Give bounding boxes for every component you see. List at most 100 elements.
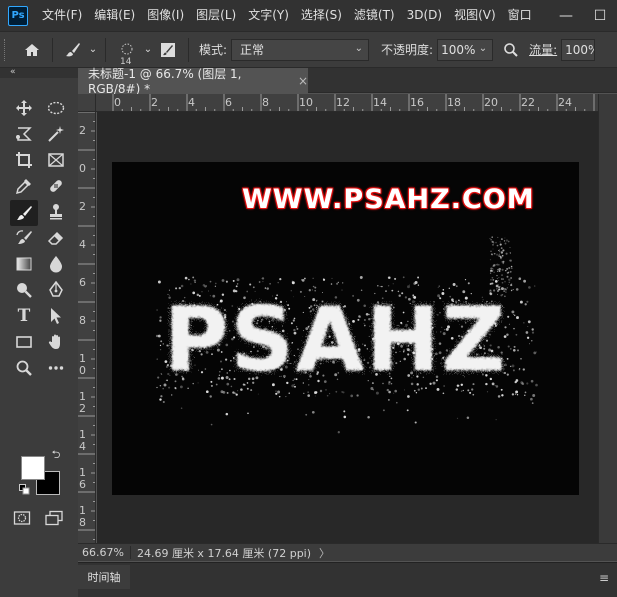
splatter-particle bbox=[359, 275, 363, 279]
tools-collapse-button[interactable]: « bbox=[0, 68, 78, 78]
status-menu-arrow[interactable]: 〉 bbox=[319, 545, 330, 561]
menu-image[interactable]: 图像(I) bbox=[141, 0, 190, 31]
workspace[interactable]: PSAHZ PSAHZ WWW.PSAHZ.COM bbox=[97, 112, 598, 543]
splatter-particle bbox=[522, 368, 525, 371]
frame-tool-icon[interactable] bbox=[44, 148, 68, 172]
splatter-particle bbox=[505, 269, 507, 272]
elliptical-marquee-icon[interactable] bbox=[44, 96, 68, 120]
close-icon[interactable]: × bbox=[298, 74, 308, 88]
brush-size-picker[interactable]: 14 bbox=[112, 36, 142, 67]
home-icon[interactable] bbox=[18, 36, 46, 64]
splatter-particle bbox=[205, 285, 207, 287]
menu-type[interactable]: 文字(Y) bbox=[242, 0, 295, 31]
history-brush-icon[interactable] bbox=[12, 226, 36, 250]
opacity-input[interactable]: 100% ⌄ bbox=[437, 38, 494, 61]
splatter-particle bbox=[159, 384, 162, 387]
menu-3d[interactable]: 3D(D) bbox=[401, 0, 448, 31]
menu-select[interactable]: 选择(S) bbox=[295, 0, 348, 31]
ruler-top-label: 6 bbox=[225, 96, 232, 109]
edit-quick-mask-icon[interactable] bbox=[10, 506, 34, 530]
mode-select[interactable]: 正常 ⌄ bbox=[231, 38, 370, 61]
splatter-particle bbox=[507, 272, 509, 274]
menu-window[interactable]: 窗口 bbox=[502, 0, 538, 31]
ruler-left[interactable]: 2 0 2 4 6 8 1 0 1 2 1 4 1 6 1 8 bbox=[78, 112, 96, 543]
splatter-particle bbox=[508, 266, 511, 270]
splatter-particle bbox=[303, 392, 305, 395]
minimize-button[interactable]: — bbox=[549, 0, 583, 31]
eyedropper-icon[interactable] bbox=[12, 174, 36, 198]
more-tools-icon[interactable] bbox=[44, 356, 68, 380]
flow-input[interactable]: 100% bbox=[561, 38, 596, 61]
type-tool-icon[interactable]: T bbox=[12, 304, 36, 328]
splatter-particle bbox=[407, 395, 410, 398]
splatter-particle bbox=[305, 413, 308, 416]
dodge-tool-icon[interactable] bbox=[12, 278, 36, 302]
splatter-particle bbox=[156, 358, 158, 360]
magic-wand-icon[interactable] bbox=[44, 122, 68, 146]
restore-button[interactable]: ☐ bbox=[583, 0, 617, 31]
brush-settings-panel-icon[interactable] bbox=[154, 36, 182, 64]
splatter-particle bbox=[516, 394, 519, 396]
crop-tool-icon[interactable] bbox=[12, 148, 36, 172]
menu-layer[interactable]: 图层(L) bbox=[190, 0, 242, 31]
splatter-particle bbox=[509, 348, 512, 350]
splatter-particle bbox=[518, 368, 521, 371]
pressure-opacity-icon[interactable] bbox=[497, 36, 525, 64]
splatter-particle bbox=[388, 390, 391, 394]
menu-filter[interactable]: 滤镜(T) bbox=[348, 0, 401, 31]
menu-file[interactable]: 文件(F) bbox=[36, 0, 88, 31]
splatter-particle bbox=[377, 284, 379, 287]
vertical-scrollbar[interactable] bbox=[598, 94, 617, 543]
splatter-particle bbox=[496, 244, 499, 247]
zoom-level[interactable]: 66.67% bbox=[78, 546, 131, 559]
panel-menu-icon[interactable]: ≡ bbox=[599, 571, 609, 585]
splatter-particle bbox=[513, 314, 515, 315]
gradient-tool-icon[interactable] bbox=[12, 252, 36, 276]
rectangle-tool-icon[interactable] bbox=[12, 330, 36, 354]
document-tab[interactable]: 未标题-1 @ 66.7% (图层 1, RGB/8#) * × bbox=[78, 67, 308, 96]
screen-mode-icon[interactable] bbox=[42, 506, 66, 530]
ruler-top[interactable]: 0 2 4 6 8 10 12 14 16 18 20 22 24 bbox=[96, 94, 598, 112]
menu-edit[interactable]: 编辑(E) bbox=[88, 0, 141, 31]
splatter-particle bbox=[533, 351, 537, 355]
brush-preset-icon[interactable] bbox=[59, 36, 87, 64]
lasso-tool-icon[interactable] bbox=[12, 122, 36, 146]
swap-colors-icon[interactable]: ⮌ bbox=[49, 448, 63, 462]
splatter-particle bbox=[311, 410, 315, 414]
timeline-panel: 时间轴 ≡ bbox=[78, 562, 617, 597]
document-canvas[interactable]: PSAHZ PSAHZ WWW.PSAHZ.COM bbox=[112, 162, 579, 495]
splatter-particle bbox=[500, 251, 504, 254]
menu-view[interactable]: 视图(V) bbox=[448, 0, 502, 31]
splatter-particle bbox=[350, 394, 354, 398]
brush-tool-icon[interactable] bbox=[10, 200, 38, 226]
default-colors-icon[interactable] bbox=[17, 482, 31, 496]
zoom-tool-icon[interactable] bbox=[12, 356, 36, 380]
splatter-particle bbox=[500, 247, 503, 249]
splatter-particle bbox=[288, 392, 290, 394]
splatter-particle bbox=[496, 278, 498, 279]
chevron-down-icon[interactable]: ⌄ bbox=[87, 36, 99, 64]
quick-mask-mode-icon[interactable] bbox=[10, 438, 34, 462]
splatter-particle bbox=[236, 278, 240, 282]
chevron-down-icon[interactable]: ⌄ bbox=[142, 36, 154, 64]
timeline-tab[interactable]: 时间轴 bbox=[78, 565, 130, 589]
splatter-particle bbox=[387, 285, 390, 287]
splatter-particle bbox=[291, 280, 294, 283]
splatter-particle bbox=[500, 238, 503, 241]
hand-tool-icon[interactable] bbox=[44, 330, 68, 354]
pen-tool-icon[interactable] bbox=[44, 278, 68, 302]
blur-tool-icon[interactable] bbox=[44, 252, 68, 276]
eraser-tool-icon[interactable] bbox=[44, 226, 68, 250]
splatter-particle bbox=[159, 316, 162, 319]
clone-stamp-icon[interactable] bbox=[44, 200, 68, 224]
ruler-corner[interactable] bbox=[78, 94, 96, 112]
path-selection-icon[interactable] bbox=[44, 304, 68, 328]
splatter-particle bbox=[490, 250, 492, 252]
options-grip[interactable] bbox=[4, 38, 10, 61]
move-tool-icon[interactable] bbox=[12, 96, 36, 120]
splatter-particle bbox=[531, 331, 535, 334]
splatter-particle bbox=[499, 255, 502, 258]
window-controls: — ☐ bbox=[549, 0, 617, 31]
splatter-particle bbox=[438, 285, 440, 287]
spot-healing-brush-icon[interactable] bbox=[44, 174, 68, 198]
